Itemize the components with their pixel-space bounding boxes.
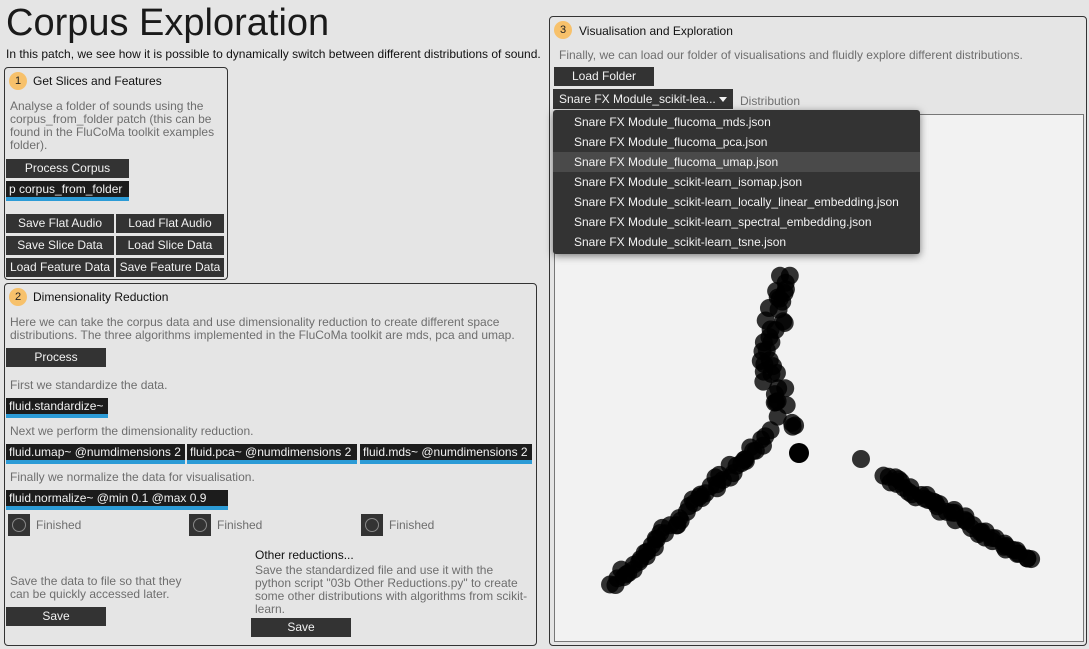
other-reductions-description: Save the standardized file and use it wi…	[255, 563, 528, 616]
menu-item-locally-linear[interactable]: Snare FX Module_scikit-learn_locally_lin…	[553, 192, 920, 212]
page-title: Corpus Exploration	[6, 2, 330, 44]
scatter-point[interactable]	[852, 450, 870, 468]
distribution-dropdown-value: Snare FX Module_scikit-lea...	[559, 92, 716, 106]
menu-item-flucoma-mds[interactable]: Snare FX Module_flucoma_mds.json	[553, 112, 920, 132]
step-badge-1: 1	[9, 72, 27, 90]
load-slice-data-button[interactable]: Load Slice Data	[116, 236, 224, 255]
save-feature-data-button[interactable]: Save Feature Data	[116, 258, 224, 277]
panel-1-title: Get Slices and Features	[33, 74, 162, 88]
panel-3-title: Visualisation and Exploration	[579, 24, 733, 38]
save-slice-data-button[interactable]: Save Slice Data	[6, 236, 114, 255]
save-data-button[interactable]: Save	[6, 607, 106, 626]
distribution-label: Distribution	[740, 94, 801, 108]
save-standardized-button[interactable]: Save	[251, 618, 351, 637]
panel-1-description: Analyse a folder of sounds using the cor…	[10, 99, 215, 152]
fluid-normalize-object[interactable]: fluid.normalize~ @min 0.1 @max 0.9	[6, 490, 228, 510]
menu-item-tsne[interactable]: Snare FX Module_scikit-learn_tsne.json	[553, 232, 920, 252]
page-intro: In this patch, we see how it is possible…	[6, 47, 541, 61]
reduction-text: Next we perform the dimensionality reduc…	[10, 424, 254, 438]
finished-label-mds: Finished	[389, 518, 435, 532]
load-feature-data-button[interactable]: Load Feature Data	[6, 258, 114, 277]
menu-item-isomap[interactable]: Snare FX Module_scikit-learn_isomap.json	[553, 172, 920, 192]
fluid-pca-object[interactable]: fluid.pca~ @numdimensions 2	[187, 444, 357, 464]
save-flat-audio-button[interactable]: Save Flat Audio	[6, 214, 114, 233]
fluid-standardize-object[interactable]: fluid.standardize~	[6, 398, 108, 418]
distribution-menu: Snare FX Module_flucoma_mds.json Snare F…	[553, 110, 920, 254]
menu-item-spectral[interactable]: Snare FX Module_scikit-learn_spectral_em…	[553, 212, 920, 232]
menu-item-flucoma-pca[interactable]: Snare FX Module_flucoma_pca.json	[553, 132, 920, 152]
panel-get-slices: 1 Get Slices and Features Analyse a fold…	[4, 67, 228, 280]
scatter-point[interactable]	[783, 417, 802, 436]
fluid-mds-object[interactable]: fluid.mds~ @numdimensions 2	[360, 444, 532, 464]
step-badge-2: 2	[9, 288, 27, 306]
process-corpus-button[interactable]: Process Corpus	[6, 159, 129, 178]
standardize-text: First we standardize the data.	[10, 378, 168, 392]
finished-label-pca: Finished	[217, 518, 263, 532]
finished-toggle-umap[interactable]	[8, 514, 30, 536]
scatter-point[interactable]	[601, 575, 620, 594]
panel-2-title: Dimensionality Reduction	[33, 290, 169, 304]
fluid-umap-object[interactable]: fluid.umap~ @numdimensions 2	[6, 444, 185, 464]
load-folder-button[interactable]: Load Folder	[554, 67, 654, 86]
finished-toggle-mds[interactable]	[361, 514, 383, 536]
step-badge-3: 3	[554, 21, 572, 39]
finished-toggle-pca[interactable]	[189, 514, 211, 536]
normalize-text: Finally we normalize the data for visual…	[10, 470, 255, 484]
panel-dimensionality-reduction: 2 Dimensionality Reduction Here we can t…	[4, 283, 537, 646]
scatter-point[interactable]	[789, 443, 809, 463]
menu-item-flucoma-umap[interactable]: Snare FX Module_flucoma_umap.json	[553, 152, 920, 172]
scatter-point[interactable]	[1022, 550, 1041, 569]
process-button[interactable]: Process	[6, 348, 106, 367]
panel-3-description: Finally, we can load our folder of visua…	[559, 48, 1023, 62]
load-flat-audio-button[interactable]: Load Flat Audio	[116, 214, 224, 233]
save-data-description: Save the data to file so that they can b…	[10, 574, 182, 601]
chevron-down-icon	[719, 97, 727, 102]
finished-label-umap: Finished	[36, 518, 82, 532]
panel-2-description: Here we can take the corpus data and use…	[10, 315, 515, 342]
subpatch-corpus-from-folder[interactable]: p corpus_from_folder	[6, 181, 129, 201]
other-reductions-title: Other reductions...	[255, 548, 354, 562]
distribution-dropdown[interactable]: Snare FX Module_scikit-lea...	[553, 89, 733, 109]
